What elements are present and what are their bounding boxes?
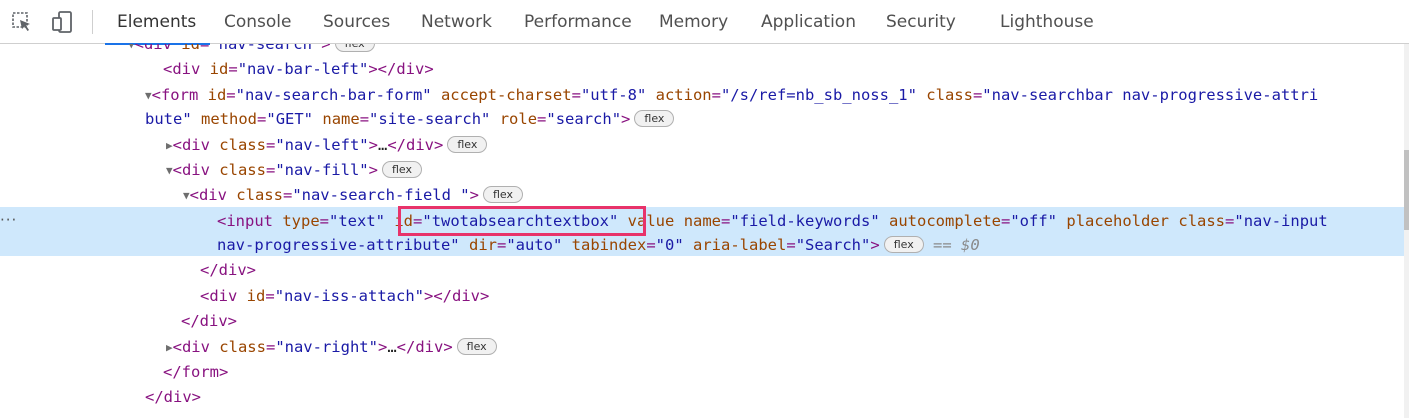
dollar-zero-ref: == $0 [933, 236, 980, 254]
flex-badge[interactable]: flex [883, 236, 924, 253]
expand-triangle-icon[interactable]: ▼ [166, 164, 173, 177]
inspect-element-icon[interactable] [10, 10, 34, 34]
tree-node-nav-left[interactable]: ▶<div class="nav-left">…</div> flex [166, 133, 488, 157]
tree-node-form[interactable]: ▼<form id="nav-search-bar-form" accept-c… [145, 83, 1318, 107]
flex-badge[interactable]: flex [456, 338, 497, 355]
tab-memory[interactable]: Memory [659, 0, 728, 44]
flex-badge[interactable]: flex [634, 110, 675, 127]
scrollbar-track[interactable] [1404, 44, 1409, 418]
tab-console[interactable]: Console [224, 0, 292, 44]
tab-security[interactable]: Security [886, 0, 956, 44]
tab-application[interactable]: Application [761, 0, 856, 44]
flex-badge[interactable]: flex [381, 161, 422, 178]
tree-node-nav-iss-attach[interactable]: <div id="nav-iss-attach"></div> [200, 284, 489, 308]
collapse-triangle-icon[interactable]: ▶ [166, 341, 173, 354]
tree-node-nav-right[interactable]: ▶<div class="nav-right">…</div> flex [166, 335, 497, 359]
tree-node-nav-search-field[interactable]: ▼<div class="nav-search-field "> flex [183, 183, 523, 207]
flex-badge[interactable]: flex [482, 186, 523, 203]
collapse-triangle-icon[interactable]: ▶ [166, 139, 173, 152]
tree-node-nav-bar-left[interactable]: <div id="nav-bar-left"></div> [163, 57, 434, 81]
tab-performance[interactable]: Performance [524, 0, 632, 44]
highlight-annotation-box [398, 206, 646, 236]
expand-triangle-icon[interactable]: ▼ [145, 89, 152, 102]
tree-node-close-div: </div> [200, 261, 256, 279]
tree-node-close-form: </form> [163, 363, 229, 381]
tree-node-input-search[interactable]: <input type="text" id="twotabsearchtextb… [217, 209, 1328, 233]
tree-node-nav-search[interactable]: ▼<div id="nav-search">flex [128, 44, 375, 56]
expand-triangle-icon[interactable]: ▼ [183, 189, 190, 202]
tree-node-close-div: </div> [145, 388, 201, 406]
tab-elements[interactable]: Elements [104, 0, 211, 45]
device-toolbar-icon[interactable] [50, 10, 74, 34]
elements-dom-tree: ··· ▼<div id="nav-search">flex <div id="… [0, 44, 1409, 418]
flex-badge[interactable]: flex [447, 136, 488, 153]
devtools-toolbar: Elements Console Sources Network Perform… [0, 0, 1409, 45]
tree-node-close-div: </div> [181, 312, 237, 330]
tree-node-form-cont: bute" method="GET" name="site-search" ro… [145, 107, 675, 131]
flex-badge[interactable]: flex [334, 44, 375, 52]
tree-node-input-cont: nav-progressive-attribute" dir="auto" ta… [217, 236, 980, 254]
scrollbar-thumb[interactable] [1404, 150, 1409, 230]
more-actions-icon[interactable]: ··· [0, 211, 17, 229]
tree-node-nav-fill[interactable]: ▼<div class="nav-fill"> flex [166, 158, 422, 182]
tab-network[interactable]: Network [421, 0, 492, 44]
tab-lighthouse[interactable]: Lighthouse [1000, 0, 1094, 44]
tab-sources[interactable]: Sources [323, 0, 390, 44]
toolbar-separator [92, 10, 93, 34]
